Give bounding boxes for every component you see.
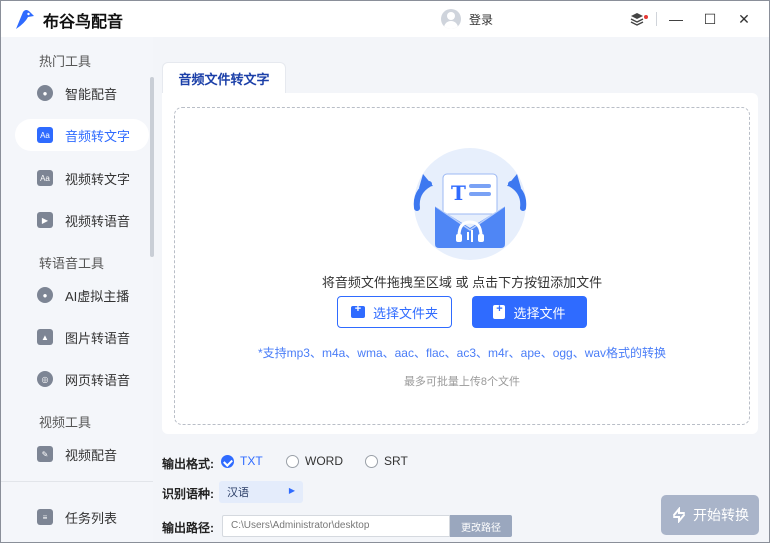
- supported-formats-text: *支持mp3、m4a、wma、aac、flac、ac3、m4r、ape、ogg、…: [257, 346, 667, 360]
- format-radio-txt[interactable]: TXT: [221, 454, 263, 468]
- login-label: 登录: [469, 12, 494, 27]
- select-folder-button[interactable]: 选择文件夹: [337, 296, 452, 328]
- sidebar-item-web-to-voice[interactable]: ◎ 网页转语音: [15, 363, 149, 395]
- output-format-label: 输出格式:: [162, 457, 214, 471]
- globe-icon: ◎: [37, 371, 53, 387]
- drop-hint-text: 将音频文件拖拽至区域 或 点击下方按钮添加文件: [321, 275, 603, 290]
- audio-text-icon: Aa: [37, 127, 53, 143]
- change-path-button[interactable]: 更改路径: [450, 515, 512, 537]
- app-logo: 布谷鸟配音: [13, 8, 123, 32]
- window-controls: — ☐ ✕: [620, 7, 761, 31]
- radio-unchecked-icon: [286, 454, 299, 468]
- task-list-label: 任务列表: [65, 510, 118, 526]
- layers-button[interactable]: [620, 7, 654, 31]
- sidebar-item-video-dubbing[interactable]: ✎ 视频配音: [15, 438, 149, 470]
- sidebar-item-label: 视频转语音: [65, 213, 131, 229]
- file-drop-zone[interactable]: T 将音频文件拖拽至区域 或 点击下方按钮添加文件 选择文件夹 选择文件: [174, 107, 750, 425]
- login-button[interactable]: 登录: [441, 9, 493, 29]
- video-text-icon: Aa: [37, 170, 53, 186]
- folder-add-icon: [350, 303, 365, 318]
- tab-audio-to-text[interactable]: 音频文件转文字: [162, 62, 286, 94]
- sidebar: 热门工具 ● 智能配音 Aa 音频转文字 Aa 视频转文字 ▶ 视频转语音 转语…: [1, 37, 154, 542]
- sidebar-item-label: 智能配音: [65, 86, 118, 102]
- sidebar-item-ai-anchor[interactable]: ● AI虚拟主播: [15, 279, 149, 311]
- cuckoo-logo-icon: [16, 10, 34, 29]
- upload-panel: T 将音频文件拖拽至区域 或 点击下方按钮添加文件 选择文件夹 选择文件: [162, 93, 758, 434]
- format-radio-label: WORD: [305, 454, 343, 468]
- output-path-input[interactable]: C:\Users\Administrator\desktop: [222, 515, 450, 537]
- output-path-label: 输出路径:: [162, 521, 214, 535]
- convert-icon: [673, 507, 685, 523]
- sidebar-item-label: 视频配音: [65, 447, 118, 463]
- control-separator: [656, 12, 657, 26]
- maximize-button[interactable]: ☐: [693, 7, 727, 31]
- sidebar-item-label: 网页转语音: [65, 372, 131, 388]
- task-list-button[interactable]: ≡ 任务列表: [15, 501, 149, 533]
- audio-envelope-illustration-icon: T: [413, 148, 527, 260]
- start-convert-button[interactable]: 开始转换: [661, 495, 759, 535]
- section-title-tts: 转语音工具: [39, 256, 105, 271]
- sidebar-item-image-to-voice[interactable]: ▲ 图片转语音: [15, 321, 149, 353]
- upload-limit-text: 最多可批量上传8个文件: [403, 376, 521, 388]
- language-label: 识别语种:: [162, 487, 214, 501]
- sidebar-item-video-to-text[interactable]: Aa 视频转文字: [15, 162, 149, 194]
- select-file-label: 选择文件: [513, 305, 566, 321]
- radio-unchecked-icon: [365, 454, 378, 468]
- minimize-button[interactable]: —: [659, 7, 693, 31]
- section-title-hot: 热门工具: [39, 54, 92, 69]
- sidebar-item-label: 图片转语音: [65, 330, 131, 346]
- select-file-button[interactable]: 选择文件: [472, 296, 587, 328]
- sidebar-item-smart-dubbing[interactable]: ● 智能配音: [15, 77, 149, 109]
- sidebar-item-audio-to-text[interactable]: Aa 音频转文字: [15, 119, 149, 151]
- language-select[interactable]: 汉语 ▶: [219, 481, 303, 503]
- format-radio-word[interactable]: WORD: [286, 454, 343, 468]
- radio-checked-icon: [221, 454, 234, 468]
- layers-icon: [630, 13, 644, 26]
- sidebar-item-video-to-voice[interactable]: ▶ 视频转语音: [15, 204, 149, 236]
- sidebar-item-label: 视频转文字: [65, 171, 131, 187]
- mic-icon: ●: [37, 85, 53, 101]
- start-convert-label: 开始转换: [693, 507, 749, 523]
- caret-right-icon: ▶: [288, 486, 295, 495]
- avatar-icon: [441, 9, 461, 29]
- title-bar: 布谷鸟配音 登录 — ☐ ✕: [1, 1, 769, 37]
- app-title: 布谷鸟配音: [43, 12, 124, 31]
- file-add-icon: [493, 303, 506, 319]
- sidebar-item-label: AI虚拟主播: [65, 288, 130, 304]
- avatar-icon: ●: [37, 287, 53, 303]
- image-icon: ▲: [37, 329, 53, 345]
- format-radio-label: TXT: [240, 454, 263, 468]
- close-button[interactable]: ✕: [727, 7, 761, 31]
- svg-text:T: T: [451, 181, 466, 205]
- video-voice-icon: ▶: [37, 212, 53, 228]
- format-radio-srt[interactable]: SRT: [365, 454, 408, 468]
- video-dub-icon: ✎: [37, 446, 53, 462]
- sidebar-divider: [1, 481, 153, 482]
- select-folder-label: 选择文件夹: [372, 305, 438, 321]
- sidebar-item-label: 音频转文字: [65, 128, 131, 144]
- notification-dot: [644, 15, 648, 19]
- format-radio-label: SRT: [384, 454, 408, 468]
- language-value: 汉语: [227, 487, 249, 499]
- app-window: 布谷鸟配音 登录 — ☐ ✕ 热门工具 ● 智能配音 Aa 音频转文字 Aa 视…: [0, 0, 770, 543]
- sidebar-scrollbar[interactable]: [150, 77, 154, 257]
- list-icon: ≡: [37, 509, 53, 525]
- section-title-video: 视频工具: [39, 415, 92, 430]
